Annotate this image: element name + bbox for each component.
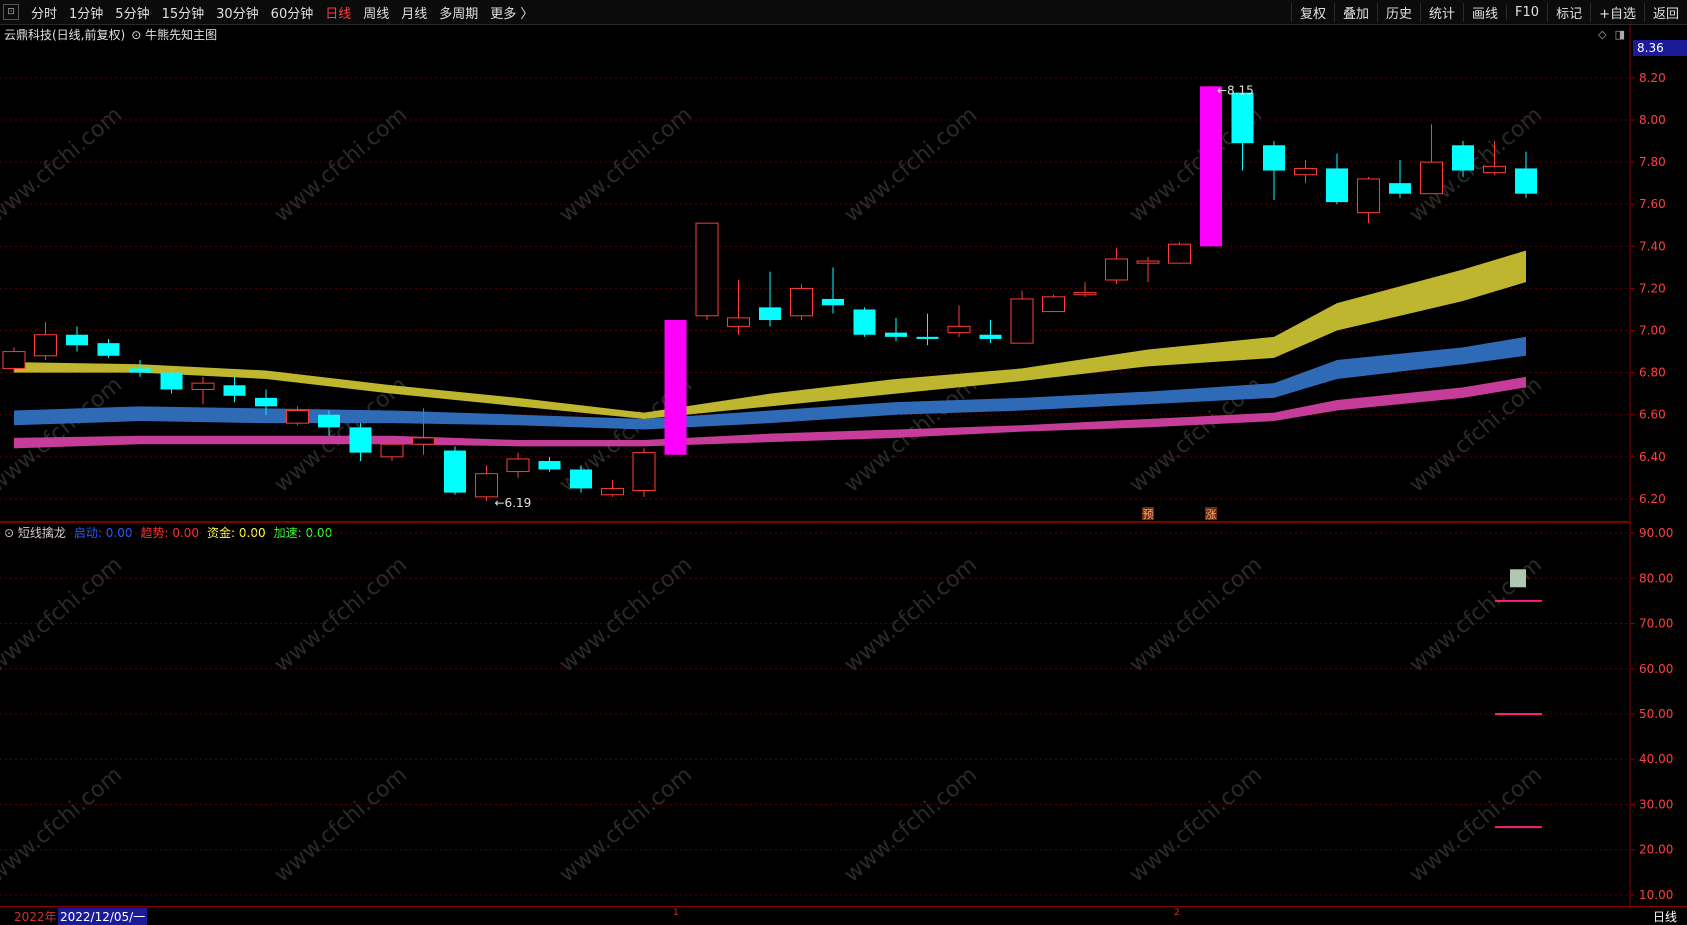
- candle-body: [129, 368, 151, 373]
- main-tick-label: 6.60: [1639, 408, 1666, 422]
- candle-body: [664, 320, 687, 455]
- candle-body: [1420, 161, 1443, 195]
- watermark-text: www.cfchi.com: [840, 762, 982, 887]
- candle-body: [759, 307, 781, 320]
- candle-body: [885, 332, 907, 337]
- watermark-text: www.cfchi.com: [555, 762, 697, 887]
- candle-body: [979, 334, 1002, 339]
- candle-body: [1263, 145, 1285, 171]
- sub-tick-label: 40.00: [1639, 752, 1673, 766]
- main-tick-label: 6.20: [1639, 492, 1666, 506]
- sub-tick-label: 80.00: [1639, 571, 1673, 585]
- high-price-label: ←8.15: [1217, 83, 1254, 97]
- candle-body: [1073, 292, 1097, 296]
- main-tick-label: 7.60: [1639, 197, 1666, 211]
- candle-body: [475, 473, 498, 498]
- watermark-text: www.cfchi.com: [1405, 762, 1547, 887]
- candle-body: [790, 287, 813, 317]
- candle-body: [506, 458, 530, 473]
- watermark-text: www.cfchi.com: [0, 372, 127, 497]
- candle-body: [1231, 92, 1254, 144]
- watermark-text: www.cfchi.com: [840, 552, 982, 677]
- main-tick-label: 7.20: [1639, 281, 1666, 295]
- candle-body: [160, 372, 183, 390]
- signal-marker: 预: [1143, 508, 1154, 521]
- watermark-text: www.cfchi.com: [1125, 762, 1267, 887]
- candle-body: [538, 461, 561, 470]
- candle-body: [1200, 86, 1222, 247]
- date-cursor: 2022/12/05/一: [58, 908, 148, 925]
- candle-body: [822, 298, 844, 306]
- watermark-text: www.cfchi.com: [0, 552, 127, 677]
- main-tick-label: 7.80: [1639, 155, 1666, 169]
- candle-body: [853, 309, 876, 335]
- watermark-text: www.cfchi.com: [555, 552, 697, 677]
- candle-body: [1168, 243, 1191, 264]
- main-tick-label: 6.40: [1639, 450, 1666, 464]
- candle-body: [380, 443, 404, 458]
- candle-body: [191, 382, 215, 390]
- sub-tick-label: 10.00: [1639, 888, 1673, 902]
- candle-body: [318, 414, 340, 428]
- watermark-text: www.cfchi.com: [270, 102, 412, 227]
- watermark-text: www.cfchi.com: [1125, 552, 1267, 677]
- candle-body: [444, 450, 466, 493]
- sub-tick-label: 30.00: [1639, 797, 1673, 811]
- candle-body: [1389, 183, 1411, 194]
- year-label: 2022年: [14, 910, 57, 924]
- low-price-label: ←6.19: [495, 496, 532, 510]
- main-tick-label: 6.80: [1639, 366, 1666, 380]
- candle-body: [947, 325, 971, 334]
- candle-body: [412, 437, 435, 445]
- candle-body: [34, 334, 57, 357]
- main-tick-label: 8.20: [1639, 71, 1666, 85]
- month-marker-1: 1: [673, 908, 679, 918]
- sub-signal-bar: [1510, 569, 1526, 588]
- candle-body: [916, 336, 939, 339]
- candle-body: [1452, 145, 1474, 171]
- candle-body: [1105, 258, 1128, 281]
- candle-body: [1326, 168, 1348, 203]
- candle-body: [1042, 296, 1065, 313]
- period-label: 日线: [1652, 910, 1677, 924]
- sub-tick-label: 20.00: [1639, 843, 1673, 857]
- candle-body: [1515, 168, 1537, 194]
- candle-body: [1357, 178, 1380, 214]
- chart-canvas[interactable]: 8.20 8.00 7.80 7.60 7.40 7.20 7.00 6.80 6.60 6.40…: [0, 0, 1687, 921]
- candle-body: [727, 317, 750, 327]
- watermark-text: www.cfchi.com: [0, 102, 127, 227]
- watermark-text: www.cfchi.com: [0, 762, 127, 887]
- main-tick-label: 7.00: [1639, 324, 1666, 338]
- candle-body: [2, 351, 26, 369]
- candle-body: [286, 410, 309, 424]
- candle-body: [1294, 167, 1317, 176]
- candle-body: [1136, 260, 1160, 264]
- candle-body: [632, 452, 656, 492]
- sub-tick-label: 70.00: [1639, 617, 1673, 631]
- candle-body: [1010, 298, 1034, 344]
- watermark-text: www.cfchi.com: [840, 102, 982, 227]
- sub-tick-label: 50.00: [1639, 707, 1673, 721]
- watermark-text: www.cfchi.com: [270, 762, 412, 887]
- candle-body: [349, 427, 372, 453]
- month-marker-2: 2: [1174, 908, 1180, 918]
- candle-body: [66, 334, 88, 346]
- candle-body: [1483, 165, 1506, 174]
- watermark-text: www.cfchi.com: [270, 552, 412, 677]
- candle-body: [223, 385, 246, 396]
- main-tick-label: 7.40: [1639, 239, 1666, 253]
- main-tick-label: 8.00: [1639, 113, 1666, 127]
- candle-body: [570, 469, 592, 489]
- sub-tick-label: 60.00: [1639, 662, 1673, 676]
- date-bar: 2022年 2022/12/05/一 1 2 日线: [0, 906, 1687, 925]
- candle-body: [97, 343, 120, 356]
- sub-tick-label: 90.00: [1639, 526, 1673, 540]
- candle-body: [695, 222, 719, 317]
- signal-marker: 涨: [1206, 508, 1217, 521]
- candle-body: [601, 487, 624, 496]
- watermark-text: www.cfchi.com: [555, 102, 697, 227]
- candle-body: [255, 397, 277, 407]
